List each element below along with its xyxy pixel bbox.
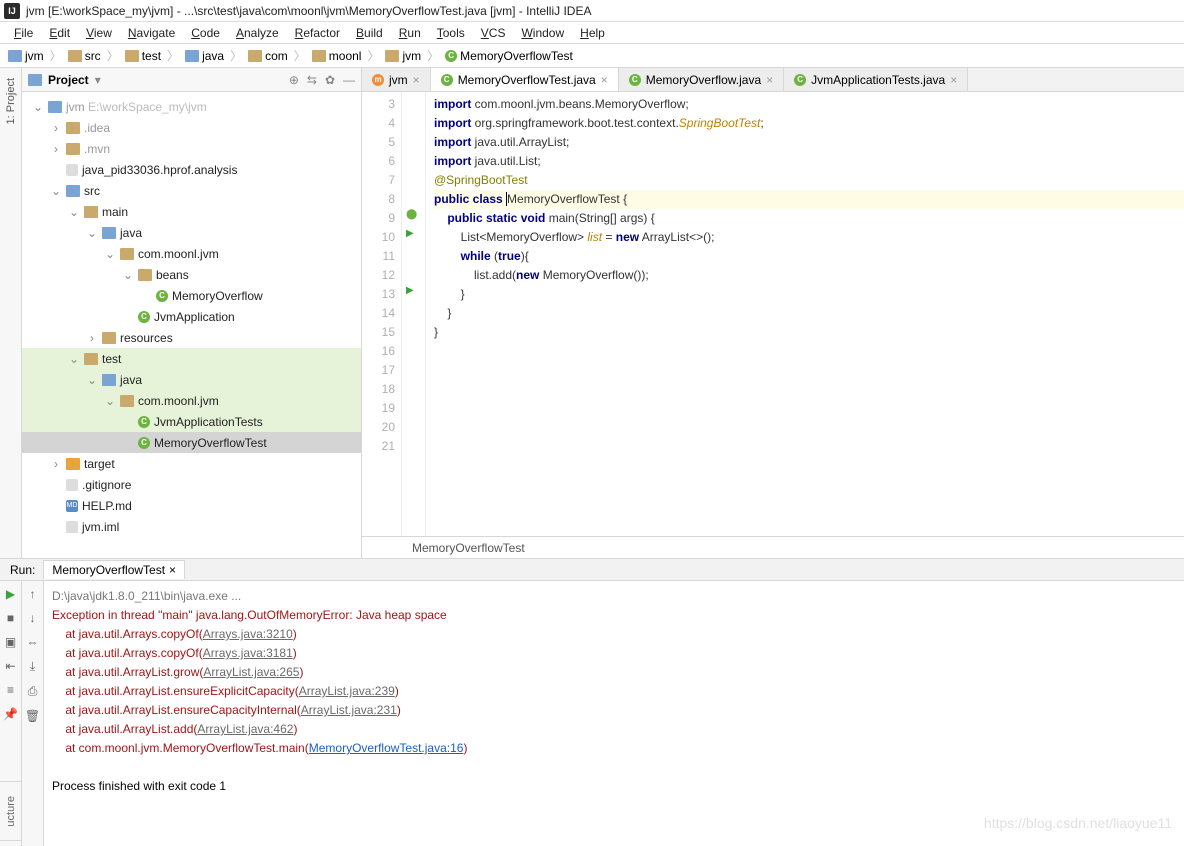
hide-icon[interactable]: — (343, 73, 355, 87)
tree-node[interactable]: CMemoryOverflowTest (22, 432, 361, 453)
run-toolbar-right[interactable]: ↑ ↓ ⇔ ⤓ ⎙ 🗑 (22, 581, 44, 846)
editor-tabs[interactable]: mjvm×CMemoryOverflowTest.java×CMemoryOve… (362, 68, 1184, 92)
layout-icon[interactable]: ≡ (7, 683, 14, 697)
window-title: jvm [E:\workSpace_my\jvm] - ...\src\test… (26, 4, 591, 18)
wrap-icon[interactable]: ⇔ (27, 635, 39, 649)
menu-analyze[interactable]: Analyze (228, 24, 287, 42)
window-title-bar: IJ jvm [E:\workSpace_my\jvm] - ...\src\t… (0, 0, 1184, 22)
locate-icon[interactable]: ⊕ (289, 73, 299, 87)
tree-node[interactable]: test (22, 348, 361, 369)
run-header: Run: MemoryOverflowTest × (0, 559, 1184, 581)
run-config-tab[interactable]: MemoryOverflowTest × (43, 560, 185, 579)
close-icon[interactable]: × (766, 73, 773, 87)
close-icon[interactable]: × (169, 563, 176, 577)
breadcrumb-item[interactable]: com (246, 48, 290, 64)
tree-node[interactable]: beans (22, 264, 361, 285)
down-icon[interactable]: ↓ (30, 611, 36, 625)
tree-node[interactable]: .idea (22, 117, 361, 138)
breadcrumb-item[interactable]: java (183, 48, 226, 64)
collapse-icon[interactable]: ⇆ (307, 73, 317, 87)
left-tool-gutter[interactable]: 1: Project (0, 68, 22, 558)
rerun-icon[interactable]: ▶ (6, 587, 15, 601)
tree-node[interactable]: jvm.iml (22, 516, 361, 537)
breadcrumb-item[interactable]: src (66, 48, 103, 64)
tree-node[interactable]: com.moonl.jvm (22, 390, 361, 411)
editor-tab[interactable]: CMemoryOverflow.java× (619, 68, 784, 91)
breadcrumb-item[interactable]: jvm (6, 48, 46, 64)
tree-node[interactable]: java_pid33036.hprof.analysis (22, 159, 361, 180)
breadcrumb-item[interactable]: CMemoryOverflowTest (443, 48, 575, 64)
tree-node[interactable]: .mvn (22, 138, 361, 159)
menu-help[interactable]: Help (572, 24, 613, 42)
code-editor[interactable]: 3456789101112131415161718192021 ⬤▶▶ impo… (362, 92, 1184, 536)
tree-node[interactable]: jvm E:\workSpace_my\jvm (22, 96, 361, 117)
nav-breadcrumb[interactable]: jvm〉src〉test〉java〉com〉moonl〉jvm〉CMemoryO… (0, 44, 1184, 68)
menu-build[interactable]: Build (348, 24, 391, 42)
console-output[interactable]: D:\java\jdk1.8.0_211\bin\java.exe ...Exc… (44, 581, 1184, 846)
close-icon[interactable]: × (950, 73, 957, 87)
close-icon[interactable]: × (601, 73, 608, 87)
camera-icon[interactable]: ▣ (5, 635, 16, 649)
breadcrumb-item[interactable]: test (123, 48, 163, 64)
project-panel-title: Project (48, 73, 89, 87)
editor-breadcrumb[interactable]: MemoryOverflowTest (362, 536, 1184, 558)
print-icon[interactable]: ⎙ (28, 684, 38, 699)
menu-code[interactable]: Code (183, 24, 228, 42)
menu-file[interactable]: File (6, 24, 41, 42)
tree-node[interactable]: CMemoryOverflow (22, 285, 361, 306)
editor-tab[interactable]: CMemoryOverflowTest.java× (431, 68, 619, 91)
structure-tool-tab[interactable]: ucture (0, 781, 22, 841)
editor-tab[interactable]: CJvmApplicationTests.java× (784, 68, 968, 91)
scroll-icon[interactable]: ⤓ (30, 659, 35, 674)
menu-refactor[interactable]: Refactor (287, 24, 348, 42)
tree-node[interactable]: main (22, 201, 361, 222)
tree-node[interactable]: java (22, 369, 361, 390)
app-logo-icon: IJ (4, 3, 20, 19)
project-panel-header: Project ▾ ⊕ ⇆ ✿ — (22, 68, 361, 92)
tree-node[interactable]: com.moonl.jvm (22, 243, 361, 264)
line-number-gutter: 3456789101112131415161718192021 (362, 92, 402, 536)
settings-icon[interactable]: ✿ (325, 73, 335, 87)
breadcrumb-item[interactable]: jvm (383, 48, 423, 64)
run-label: Run: (10, 563, 35, 577)
menu-vcs[interactable]: VCS (473, 24, 514, 42)
tree-node[interactable]: java (22, 222, 361, 243)
tree-node[interactable]: CJvmApplicationTests (22, 411, 361, 432)
stop-icon[interactable]: ■ (7, 611, 14, 625)
folder-icon (28, 74, 42, 86)
main-menu[interactable]: FileEditViewNavigateCodeAnalyzeRefactorB… (0, 22, 1184, 44)
editor-area: mjvm×CMemoryOverflowTest.java×CMemoryOve… (362, 68, 1184, 558)
tree-node[interactable]: target (22, 453, 361, 474)
tree-node[interactable]: src (22, 180, 361, 201)
up-icon[interactable]: ↑ (30, 587, 36, 601)
clear-icon[interactable]: 🗑 (25, 709, 40, 723)
menu-window[interactable]: Window (513, 24, 572, 42)
tree-node[interactable]: MDHELP.md (22, 495, 361, 516)
tree-node[interactable]: resources (22, 327, 361, 348)
menu-view[interactable]: View (78, 24, 120, 42)
editor-tab[interactable]: mjvm× (362, 68, 431, 91)
tree-node[interactable]: CJvmApplication (22, 306, 361, 327)
exit-icon[interactable]: ⇤ (5, 659, 15, 673)
code-content[interactable]: import com.moonl.jvm.beans.MemoryOverflo… (426, 92, 1184, 536)
run-gutter[interactable]: ⬤▶▶ (402, 92, 426, 536)
close-icon[interactable]: × (413, 73, 420, 87)
pin-icon[interactable]: 📌 (3, 707, 18, 721)
menu-tools[interactable]: Tools (429, 24, 473, 42)
project-panel: Project ▾ ⊕ ⇆ ✿ — jvm E:\workSpace_my\jv… (22, 68, 362, 558)
watermark: https://blog.csdn.net/liaoyue11 (984, 815, 1172, 831)
project-tool-tab[interactable]: 1: Project (5, 78, 17, 124)
project-tree[interactable]: jvm E:\workSpace_my\jvm.idea.mvnjava_pid… (22, 92, 361, 558)
breadcrumb-item[interactable]: moonl (310, 48, 364, 64)
menu-navigate[interactable]: Navigate (120, 24, 183, 42)
run-tool-window: Run: MemoryOverflowTest × ▶ ■ ▣ ⇤ ≡ 📌 ↑ … (0, 558, 1184, 846)
menu-run[interactable]: Run (391, 24, 429, 42)
tree-node[interactable]: .gitignore (22, 474, 361, 495)
menu-edit[interactable]: Edit (41, 24, 78, 42)
